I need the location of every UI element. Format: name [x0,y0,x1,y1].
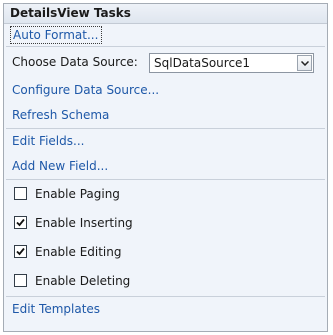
enable-editing-label: Enable Editing [35,245,122,259]
chevron-down-icon [301,61,309,66]
option-enable-deleting[interactable]: Enable Deleting [4,267,327,296]
data-source-select[interactable]: SqlDataSource1 [149,53,314,73]
edit-fields-link[interactable]: Edit Fields... [12,134,84,148]
enable-deleting-checkbox[interactable] [14,274,27,287]
enable-paging-label: Enable Paging [35,187,120,201]
option-enable-inserting[interactable]: Enable Inserting [4,209,327,238]
refresh-schema-link[interactable]: Refresh Schema [12,108,109,122]
add-new-field-link[interactable]: Add New Field... [12,159,108,173]
edit-templates-row: Edit Templates [4,297,327,322]
option-enable-editing[interactable]: Enable Editing [4,238,327,267]
enable-editing-checkbox[interactable] [14,245,27,258]
add-new-field-row: Add New Field... [4,154,327,179]
choose-data-source-label: Choose Data Source: [12,55,138,69]
enable-inserting-checkbox[interactable] [14,216,27,229]
dropdown-button[interactable] [297,55,312,71]
option-enable-paging[interactable]: Enable Paging [4,180,327,209]
data-source-selected-value: SqlDataSource1 [154,56,251,70]
auto-format-link[interactable]: Auto Format... [10,26,103,44]
details-view-tasks-panel: DetailsView Tasks Auto Format... Choose … [3,3,328,332]
enable-deleting-label: Enable Deleting [35,274,131,288]
data-source-row: Choose Data Source: SqlDataSource1 [4,47,327,78]
checkmark-icon [16,247,25,256]
edit-fields-row: Edit Fields... [4,129,327,154]
auto-format-row: Auto Format... [4,24,327,46]
edit-templates-link[interactable]: Edit Templates [12,302,100,316]
refresh-schema-row: Refresh Schema [4,103,327,128]
checkmark-icon [16,218,25,227]
enable-inserting-label: Enable Inserting [35,216,133,230]
configure-data-source-row: Configure Data Source... [4,78,327,103]
panel-title: DetailsView Tasks [4,4,327,24]
enable-paging-checkbox[interactable] [14,187,27,200]
configure-data-source-link[interactable]: Configure Data Source... [12,83,159,97]
